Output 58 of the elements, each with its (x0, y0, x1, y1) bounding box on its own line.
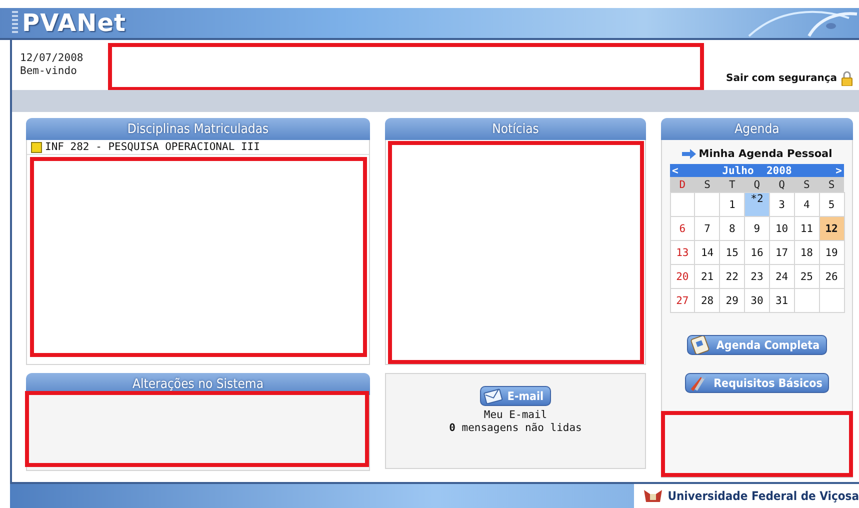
panel-title: Agenda (661, 118, 853, 140)
crest-icon (642, 488, 664, 504)
calendar-day[interactable]: 13 (670, 240, 695, 264)
site-logo: PVANet (22, 9, 126, 37)
calendar-day[interactable]: 29 (720, 288, 745, 312)
weekday-label: S (819, 177, 844, 192)
calendar-day[interactable]: 3 (769, 192, 794, 216)
calendar-day[interactable]: 25 (794, 264, 820, 288)
current-date: 12/07/2008 (20, 52, 84, 65)
calendar-day[interactable]: 16 (744, 240, 770, 264)
weekday-label: Q (744, 177, 770, 192)
calendar-day[interactable]: 6 (670, 216, 695, 240)
calendar-day[interactable]: 12 (819, 216, 844, 240)
calendar-day[interactable]: 9 (744, 216, 770, 240)
calendar-day[interactable]: 7 (694, 216, 720, 240)
calendar-day[interactable]: 10 (769, 216, 794, 240)
email-label: Meu E-mail (484, 409, 548, 422)
calendar-day[interactable]: 5 (819, 192, 844, 216)
calendar-day[interactable]: 19 (819, 240, 844, 264)
calendar-day[interactable]: 22 (720, 264, 745, 288)
calendar-day[interactable]: 23 (744, 264, 770, 288)
calendar-day[interactable]: 1 (720, 192, 745, 216)
weekday-label: S (794, 177, 820, 192)
previous-month-button[interactable]: < (672, 164, 678, 176)
panel-title: Disciplinas Matriculadas (26, 118, 370, 140)
calendar-day[interactable]: 27 (670, 288, 695, 312)
next-month-button[interactable]: > (836, 164, 842, 176)
course-link[interactable]: INF 282 - PESQUISA OPERACIONAL III (27, 140, 369, 155)
calendar-day[interactable]: *2 (744, 192, 770, 216)
calendar-day[interactable]: 17 (769, 240, 794, 264)
calendar-day[interactable]: 21 (694, 264, 720, 288)
unread-count-text: 0 mensagens não lidas (449, 422, 582, 435)
weekday-label: D (670, 177, 695, 192)
institution-name: Universidade Federal de Viçosa (668, 489, 859, 503)
padlock-icon (841, 71, 853, 86)
calendar-day[interactable]: 11 (794, 216, 820, 240)
personal-agenda-link[interactable]: Minha Agenda Pessoal (662, 148, 852, 160)
calendar-day[interactable]: 8 (720, 216, 745, 240)
logout-link[interactable]: Sair com segurança (726, 71, 859, 90)
calendar-day[interactable]: 14 (694, 240, 720, 264)
welcome-text: Bem-vindo (20, 65, 78, 78)
envelope-icon (483, 388, 504, 404)
calendar-day[interactable]: 15 (720, 240, 745, 264)
calendar-day[interactable]: 31 (769, 288, 794, 312)
weekday-label: S (694, 177, 720, 192)
weekday-label: Q (769, 177, 794, 192)
month-title: Julho 2008 (722, 164, 792, 176)
grip-icon (12, 11, 18, 35)
calendar-day[interactable]: 20 (670, 264, 695, 288)
arrow-icon (682, 149, 696, 159)
panel-title: Notícias (385, 118, 646, 140)
weekday-label: T (720, 177, 745, 192)
calendar-day[interactable]: 18 (794, 240, 820, 264)
calendar-day[interactable]: 26 (819, 264, 844, 288)
calendar-day[interactable]: 24 (769, 264, 794, 288)
calendar-day[interactable]: 28 (694, 288, 720, 312)
calendar-day[interactable]: 4 (794, 192, 820, 216)
calendar-day[interactable]: 30 (744, 288, 770, 312)
